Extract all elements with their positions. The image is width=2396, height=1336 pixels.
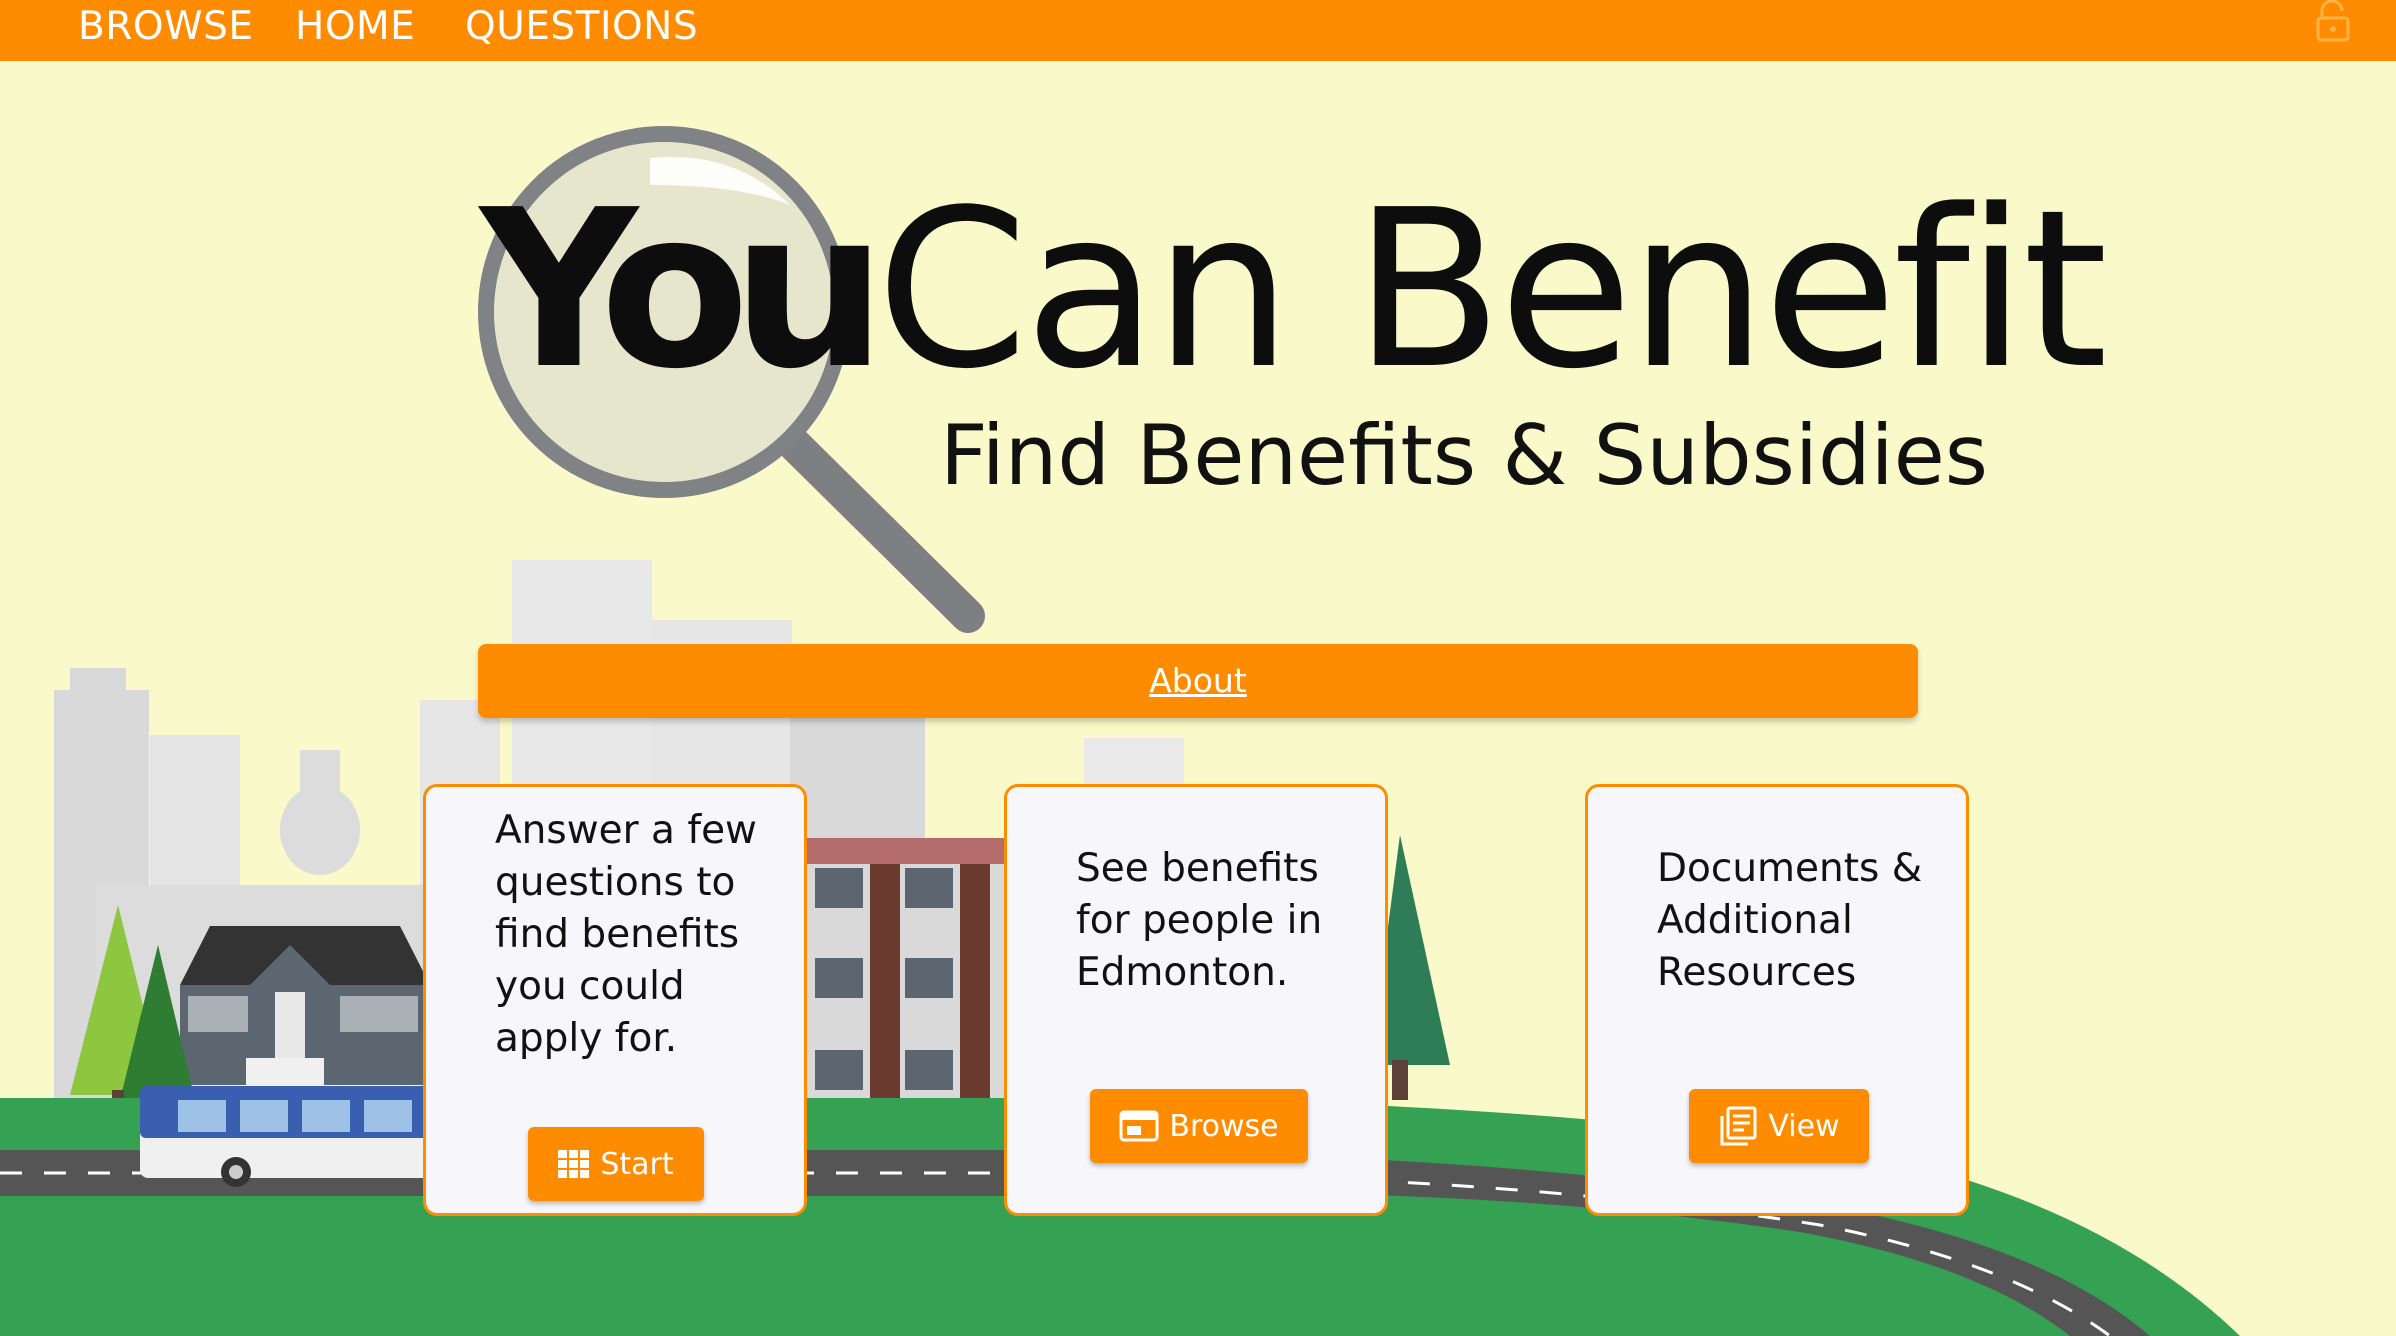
about-link[interactable]: About <box>1149 661 1247 700</box>
grid-icon <box>558 1150 590 1178</box>
card-description: Documents & Additional Resources <box>1657 846 1923 995</box>
top-nav-bar: BROWSE HOME QUESTIONS <box>0 0 2396 61</box>
browser-icon <box>1119 1110 1159 1142</box>
card-description: Answer a few questions to find benefits … <box>495 808 757 1061</box>
about-button[interactable]: About <box>478 644 1918 718</box>
card-resources: Documents & Additional Resources View <box>1585 784 1969 1216</box>
apartment-building <box>805 838 1015 1098</box>
browse-button-label: Browse <box>1169 1108 1279 1144</box>
logo-title: Can Benefit <box>876 164 2108 417</box>
card-questions: Answer a few questions to find benefits … <box>423 784 807 1216</box>
card-description: See benefits for people in Edmonton. <box>1076 846 1323 995</box>
lock-open-icon[interactable] <box>2314 0 2352 42</box>
logo-word-you: You <box>480 164 887 417</box>
nav-home[interactable]: HOME <box>295 4 415 50</box>
start-button-label: Start <box>600 1146 674 1182</box>
documents-icon <box>1720 1106 1757 1146</box>
start-button[interactable]: Start <box>528 1127 704 1201</box>
nav-browse[interactable]: BROWSE <box>78 4 254 50</box>
card-browse: See benefits for people in Edmonton. Bro… <box>1004 784 1388 1216</box>
logo-subtitle: Find Benefits & Subsidies <box>940 407 1988 504</box>
view-button[interactable]: View <box>1689 1089 1869 1163</box>
view-button-label: View <box>1768 1108 1840 1144</box>
browse-button[interactable]: Browse <box>1090 1089 1308 1163</box>
house <box>180 926 430 1088</box>
bus <box>140 1086 440 1187</box>
nav-questions[interactable]: QUESTIONS <box>465 4 698 50</box>
